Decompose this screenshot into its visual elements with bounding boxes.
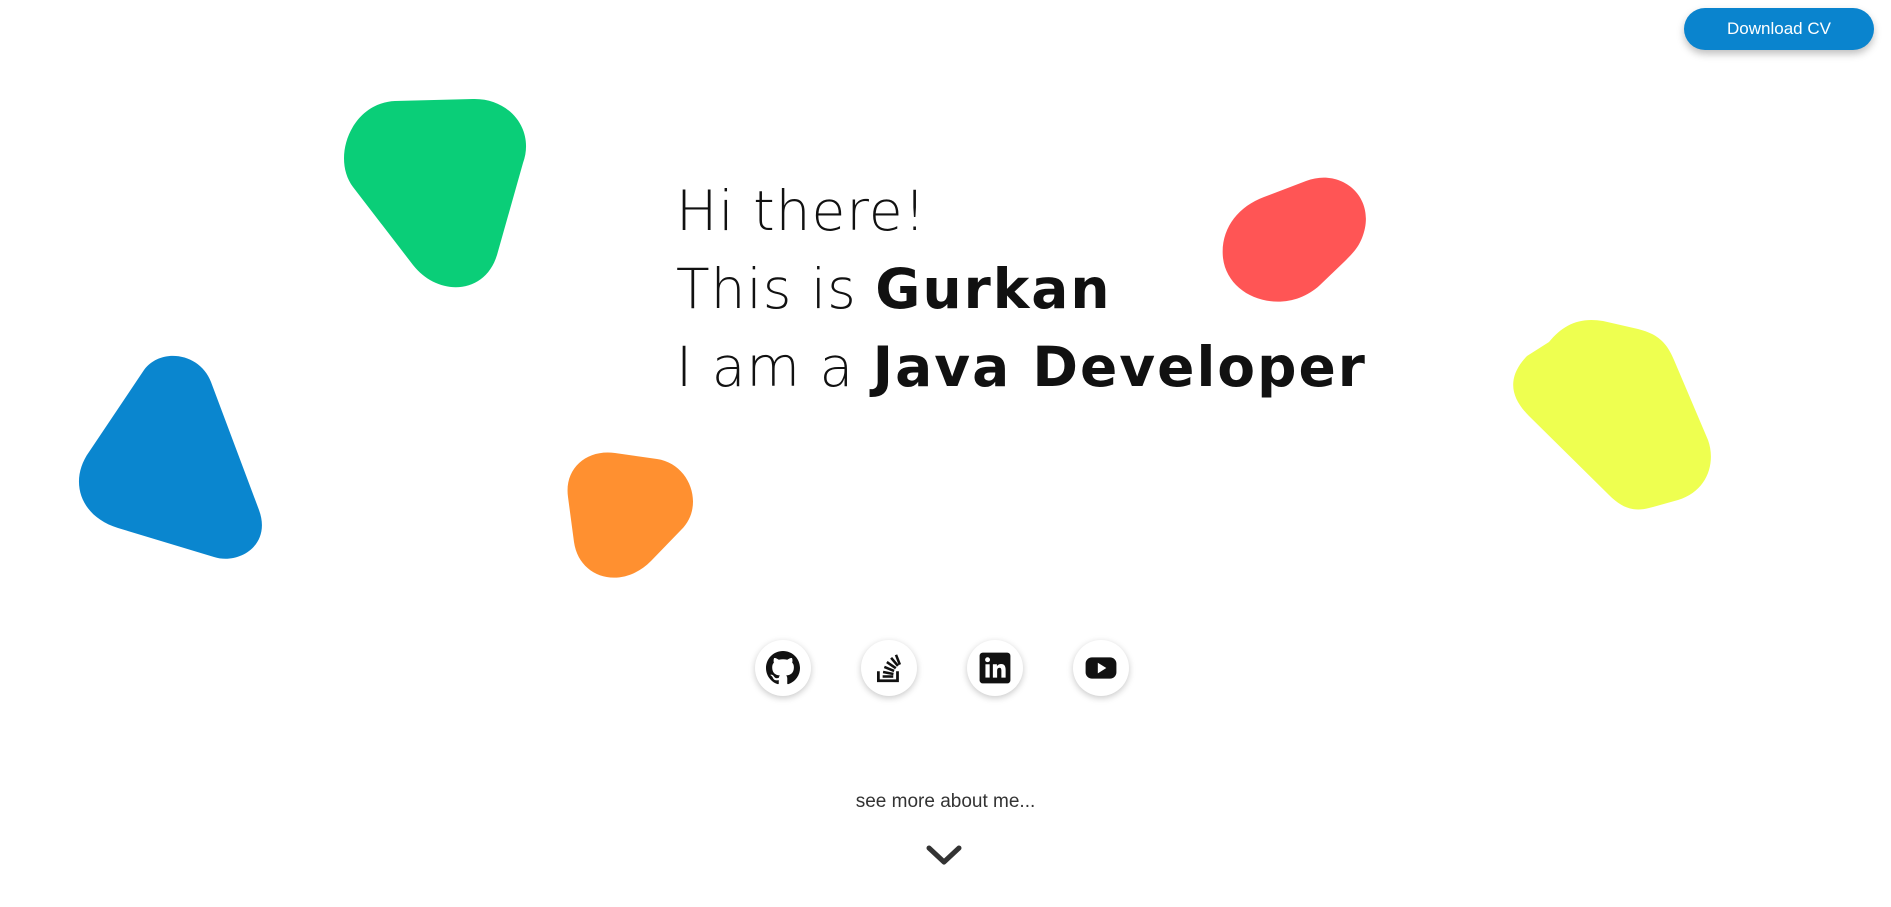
landing-page: Download CV Hi there! This is Gurkan I a… bbox=[0, 0, 1891, 907]
linkedin-link[interactable] bbox=[967, 640, 1023, 696]
youtube-icon bbox=[1085, 657, 1117, 679]
github-link[interactable] bbox=[755, 640, 811, 696]
hero-text: Hi there! This is Gurkan I am a Java Dev… bbox=[676, 172, 1367, 406]
chevron-down-icon[interactable] bbox=[924, 842, 964, 870]
see-more-link[interactable]: see more about me... bbox=[0, 791, 1891, 813]
download-cv-button[interactable]: Download CV bbox=[1684, 8, 1874, 50]
hero-greeting: Hi there! bbox=[676, 179, 927, 243]
hero-role-line: I am a Java Developer bbox=[676, 328, 1367, 406]
hero-role: Java Developer bbox=[872, 335, 1367, 399]
yellow-shape bbox=[1513, 319, 1711, 510]
hero-name-prefix: This is bbox=[676, 257, 876, 321]
stackoverflow-icon bbox=[876, 654, 902, 683]
hero-name-line: This is Gurkan bbox=[676, 250, 1367, 328]
stackoverflow-link[interactable] bbox=[861, 640, 917, 696]
orange-shape bbox=[567, 452, 694, 578]
social-links bbox=[755, 640, 1129, 696]
blue-shape bbox=[78, 355, 262, 559]
youtube-link[interactable] bbox=[1073, 640, 1129, 696]
green-shape bbox=[344, 98, 527, 288]
github-icon bbox=[766, 651, 800, 685]
hero-name: Gurkan bbox=[875, 257, 1112, 321]
hero-role-prefix: I am a bbox=[676, 335, 873, 399]
linkedin-icon bbox=[979, 652, 1011, 684]
